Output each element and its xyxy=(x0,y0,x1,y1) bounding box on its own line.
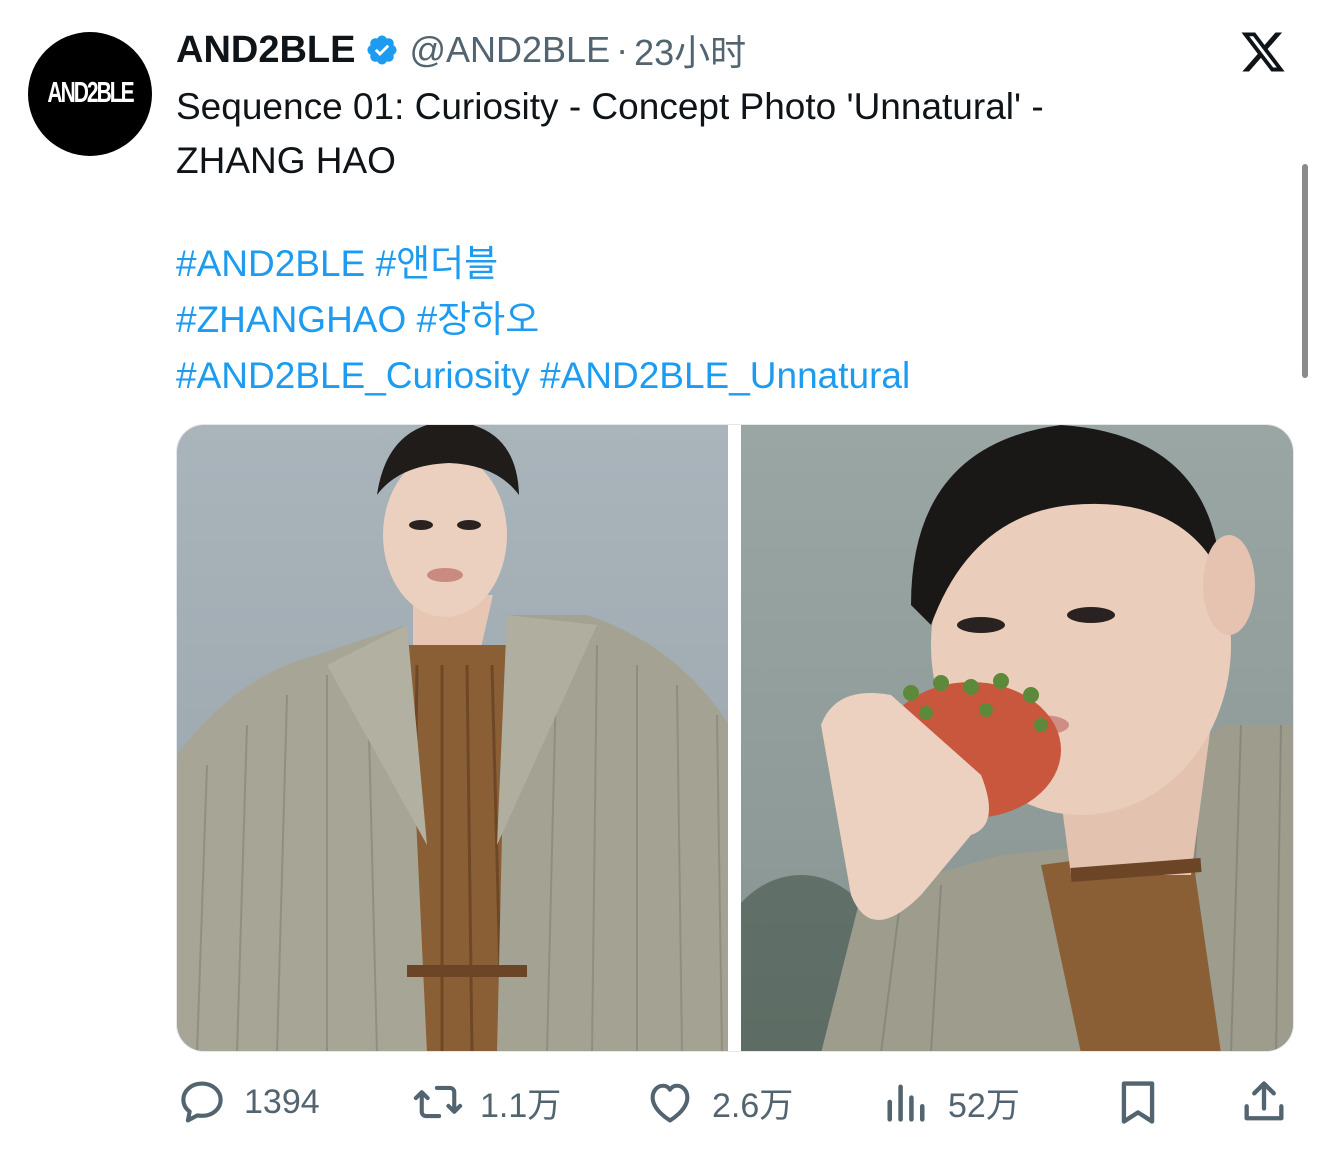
share-icon xyxy=(1244,1081,1284,1121)
retweet-button[interactable]: 1.1万 xyxy=(412,1072,561,1132)
views-count: 52万 xyxy=(948,1086,1020,1125)
avatar[interactable]: AND2BLE xyxy=(28,32,152,156)
user-handle[interactable]: @AND2BLE xyxy=(409,29,610,71)
bookmark-icon xyxy=(1121,1081,1155,1124)
views-button[interactable]: 52万 xyxy=(880,1072,1020,1132)
bookmark-button[interactable] xyxy=(1112,1072,1164,1132)
tweet-text-line: ZHANG HAO xyxy=(176,140,396,181)
hashtag-link[interactable]: #AND2BLE_Curiosity xyxy=(176,355,530,396)
hashtag-line: #AND2BLE_Curiosity #AND2BLE_Unnatural xyxy=(176,348,910,404)
portrait-illustration-2 xyxy=(741,425,1293,1051)
separator-dot: · xyxy=(616,29,629,70)
verified-badge-icon xyxy=(367,35,397,65)
portrait-illustration-1 xyxy=(177,425,728,1051)
scrollbar[interactable] xyxy=(1302,164,1308,378)
retweet-icon xyxy=(413,1085,463,1119)
hashtag-link[interactable]: #AND2BLE_Unnatural xyxy=(540,355,910,396)
reply-count: 1394 xyxy=(244,1082,320,1121)
avatar-logo-text: AND2BLE xyxy=(47,77,134,109)
hashtag-link[interactable]: #ZHANGHAO xyxy=(176,299,406,340)
share-button[interactable] xyxy=(1238,1072,1290,1132)
tweet-text: Sequence 01: Curiosity - Concept Photo '… xyxy=(176,80,1256,188)
tweet-text-line: Sequence 01: Curiosity - Concept Photo '… xyxy=(176,86,1044,127)
hashtag-link[interactable]: #AND2BLE xyxy=(176,243,365,284)
hashtag-link[interactable]: #장하오 xyxy=(417,299,540,340)
hashtag-link[interactable]: #앤더블 xyxy=(376,243,499,284)
action-bar: 1394 1.1万 2.6万 52万 xyxy=(176,1072,1294,1132)
like-button[interactable]: 2.6万 xyxy=(644,1072,793,1132)
reply-button[interactable]: 1394 xyxy=(176,1072,320,1132)
tweet-header: AND2BLE @AND2BLE · 23小时 xyxy=(176,26,746,74)
like-count: 2.6万 xyxy=(712,1086,794,1125)
concept-photo-1[interactable] xyxy=(177,425,728,1051)
reply-icon xyxy=(181,1081,223,1123)
hashtag-block: #AND2BLE #앤더블 #ZHANGHAO #장하오 #AND2BLE_Cu… xyxy=(176,236,910,404)
x-logo-icon[interactable] xyxy=(1238,28,1288,76)
concept-photo-2[interactable] xyxy=(741,425,1293,1051)
media-grid xyxy=(176,424,1294,1052)
heart-icon xyxy=(650,1083,690,1123)
retweet-count: 1.1万 xyxy=(480,1086,562,1125)
views-chart-icon xyxy=(887,1084,925,1122)
hashtag-line: #ZHANGHAO #장하오 xyxy=(176,292,910,348)
hashtag-line: #AND2BLE #앤더블 xyxy=(176,236,910,292)
display-name[interactable]: AND2BLE xyxy=(176,29,355,72)
timestamp[interactable]: 23小时 xyxy=(634,24,746,76)
